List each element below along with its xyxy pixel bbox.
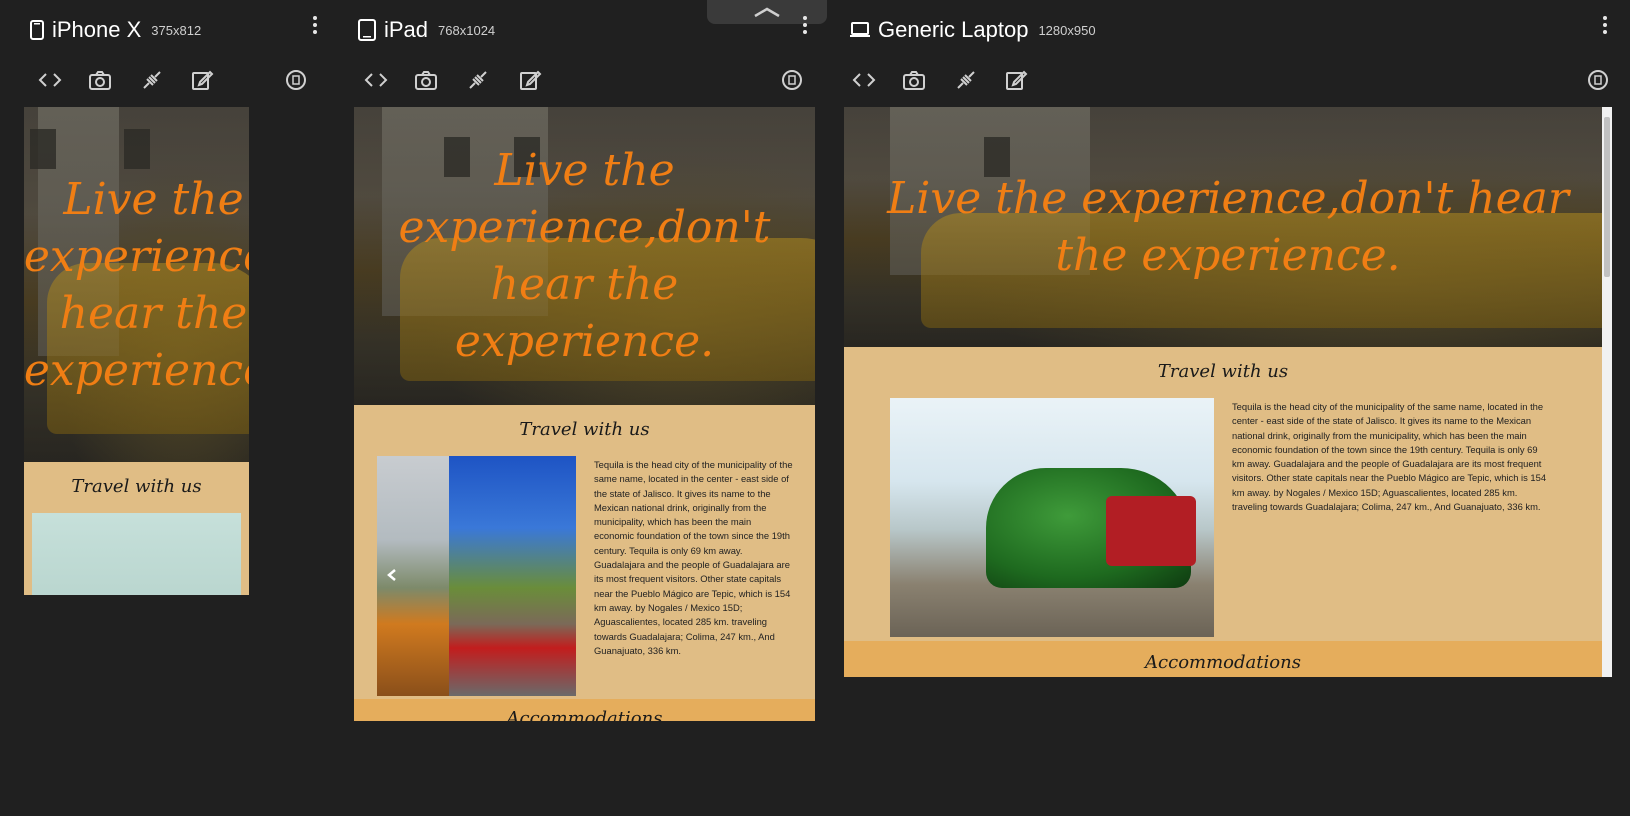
- rotate-icon: [782, 70, 802, 90]
- scrollbar-thumb[interactable]: [1604, 117, 1610, 277]
- travel-paragraph: Tequila is the head city of the municipa…: [1232, 401, 1547, 513]
- hero-banner: Live the experience,don't hear the exper…: [844, 107, 1612, 347]
- screenshot-icon: [903, 71, 925, 90]
- device-menu-button[interactable]: [800, 14, 810, 36]
- code-view-button[interactable]: [32, 62, 68, 98]
- edit-icon: [520, 70, 542, 90]
- screenshot-icon: [89, 71, 111, 90]
- edit-icon: [1006, 70, 1028, 90]
- edit-button[interactable]: [512, 62, 548, 98]
- device-name: Generic Laptop: [878, 17, 1029, 42]
- device-viewport[interactable]: Live the experience, hear the experience…: [24, 107, 249, 595]
- rotate-button[interactable]: [774, 62, 810, 98]
- travel-title: Travel with us: [71, 476, 202, 497]
- travel-title: Travel with us: [519, 419, 650, 440]
- screenshot-button[interactable]: [896, 62, 932, 98]
- device-header: iPad 768x1024: [358, 14, 495, 46]
- hero-heading: Live the experience,don't hear the exper…: [887, 173, 1569, 281]
- tablet-icon: [358, 19, 376, 41]
- code-view-button[interactable]: [358, 62, 394, 98]
- device-name: iPad: [384, 17, 429, 42]
- code-icon: [38, 73, 62, 87]
- rotate-icon: [1588, 70, 1608, 90]
- device-ipad: iPad 768x1024 Live the experience,don't …: [354, 0, 824, 740]
- device-size: 768x1024: [438, 22, 496, 38]
- green-bus-image: [890, 398, 1214, 637]
- device-viewport[interactable]: Live the experience,don't hear the exper…: [844, 107, 1612, 677]
- device-size: 1280x950: [1038, 22, 1096, 38]
- device-size: 375x812: [151, 22, 202, 38]
- device-header: iPhone X 375x812: [30, 14, 201, 46]
- hero-banner: Live the experience, hear the experience…: [24, 107, 249, 462]
- edit-icon: [192, 70, 214, 90]
- hero-banner: Live the experience,don't hear the exper…: [354, 107, 815, 405]
- screenshot-button[interactable]: [408, 62, 444, 98]
- code-icon: [364, 73, 388, 87]
- image-carousel[interactable]: [377, 456, 576, 696]
- carousel-image: [32, 513, 241, 595]
- rotate-icon: [286, 70, 306, 90]
- device-menu-button[interactable]: [1600, 14, 1610, 36]
- disconnect-button[interactable]: [134, 62, 170, 98]
- device-menu-button[interactable]: [310, 14, 320, 36]
- disconnect-button[interactable]: [948, 62, 984, 98]
- travel-paragraph: Tequila is the head city of the municipa…: [594, 459, 793, 656]
- scrollbar[interactable]: [1602, 107, 1612, 677]
- disconnect-icon: [957, 71, 975, 89]
- device-viewport[interactable]: Live the experience,don't hear the exper…: [354, 107, 815, 721]
- device-name: iPhone X: [52, 17, 142, 42]
- hero-heading: Live the experience,don't hear the exper…: [398, 145, 771, 367]
- carousel-slide: [449, 456, 576, 696]
- rotate-button[interactable]: [278, 62, 314, 98]
- accommodations-heading: Accommodations: [354, 699, 815, 721]
- device-iphone-x: iPhone X 375x812 Live the experience, he…: [24, 0, 324, 620]
- travel-title: Travel with us: [1157, 361, 1289, 382]
- laptop-icon: [850, 22, 870, 37]
- edit-button[interactable]: [998, 62, 1034, 98]
- code-icon: [852, 73, 876, 87]
- screenshot-button[interactable]: [82, 62, 118, 98]
- device-header: Generic Laptop 1280x950: [850, 14, 1096, 46]
- rotate-button[interactable]: [1580, 62, 1616, 98]
- device-toolbar: [354, 62, 824, 98]
- disconnect-button[interactable]: [460, 62, 496, 98]
- phone-icon: [30, 20, 44, 40]
- disconnect-icon: [469, 71, 487, 89]
- code-view-button[interactable]: [846, 62, 882, 98]
- device-toolbar: [844, 62, 1618, 98]
- carousel-prev-button[interactable]: [385, 568, 399, 582]
- device-toolbar: [24, 62, 324, 98]
- device-generic-laptop: Generic Laptop 1280x950 Live the experie…: [844, 0, 1618, 700]
- disconnect-icon: [143, 71, 161, 89]
- screenshot-icon: [415, 71, 437, 90]
- edit-button[interactable]: [184, 62, 220, 98]
- hero-heading: Live the experience, hear the experience…: [24, 173, 249, 396]
- accommodations-heading: Accommodations: [844, 641, 1602, 677]
- chevron-left-icon: [387, 569, 396, 581]
